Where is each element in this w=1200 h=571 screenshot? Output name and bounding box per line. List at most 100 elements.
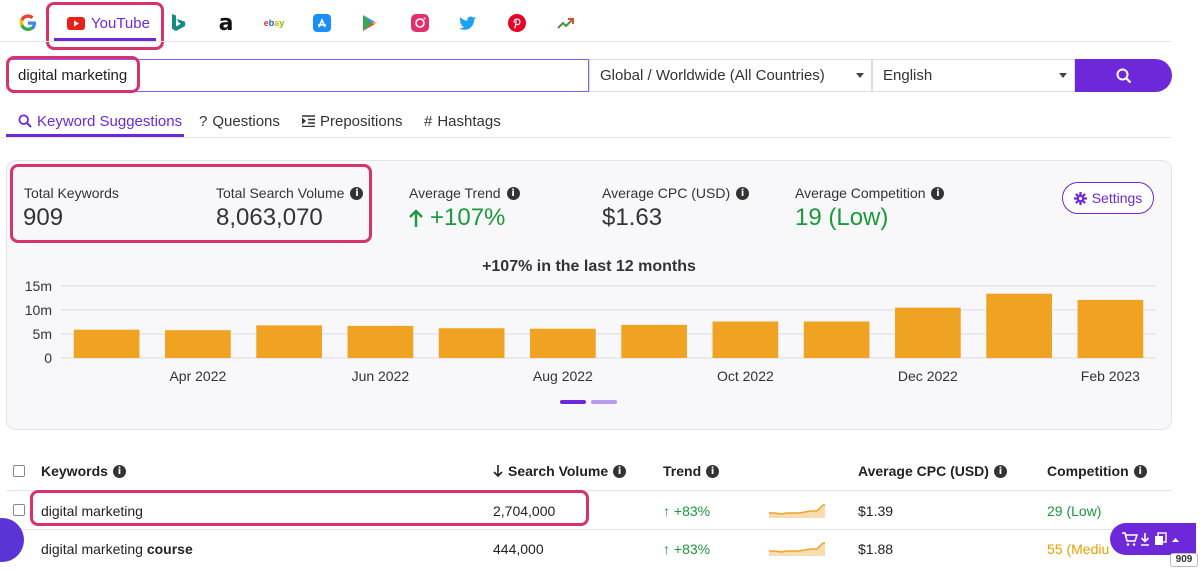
x-tick-label: Apr 2022 [169, 368, 226, 384]
average-cpc-label: Average CPC (USD) i [602, 185, 750, 201]
google-icon[interactable] [13, 10, 43, 36]
x-tick-label: Feb 2023 [1081, 368, 1140, 384]
search-button[interactable] [1075, 59, 1172, 92]
x-tick-label: Jun 2022 [352, 368, 410, 384]
language-select[interactable]: English [872, 59, 1075, 92]
average-trend-value: +107% [408, 204, 505, 232]
chart-bar [621, 324, 687, 358]
hash-icon: # [424, 112, 433, 130]
language-select-value: English [883, 67, 933, 84]
chart-page-dot[interactable] [591, 400, 617, 404]
tab-label: Questions [212, 112, 280, 130]
location-select-value: Global / Worldwide (All Countries) [600, 67, 825, 84]
keywords-header[interactable]: Keywords i [41, 463, 126, 479]
row-checkbox[interactable] [13, 504, 25, 516]
search-volume-header[interactable]: Search Volume i [493, 463, 627, 479]
trend-sparkline [769, 504, 825, 518]
indent-icon [302, 115, 315, 127]
y-tick-label: 0 [44, 350, 52, 366]
tab-keyword-suggestions[interactable]: Keyword Suggestions [18, 110, 182, 132]
app-store-icon[interactable] [307, 10, 337, 36]
export-actions-button[interactable] [1110, 523, 1196, 555]
export-icons [1122, 532, 1179, 546]
cpc-cell: $1.88 [858, 541, 894, 557]
x-tick-label: Dec 2022 [898, 368, 958, 384]
info-icon[interactable]: i [931, 186, 945, 200]
tab-label: Keyword Suggestions [37, 112, 183, 130]
x-tick-label: Oct 2022 [717, 368, 774, 384]
arrow-up-icon [409, 209, 423, 227]
info-icon[interactable]: i [613, 464, 627, 478]
gear-icon [1073, 191, 1087, 205]
info-icon[interactable]: i [506, 186, 520, 200]
chart-page-dot-active[interactable] [560, 400, 586, 404]
info-icon[interactable]: i [112, 464, 126, 478]
average-trend-label: Average Trend i [409, 185, 520, 201]
keyword-tool-page: YouTube a ebay digital marketing Global … [0, 0, 1200, 571]
location-select[interactable]: Global / Worldwide (All Countries) [589, 59, 872, 92]
highlight-keyword-row [30, 490, 589, 526]
chart-bar [895, 307, 961, 358]
bing-icon[interactable] [163, 10, 193, 36]
keyword-modifier: course [146, 541, 193, 557]
cpc-cell: $1.39 [858, 503, 894, 519]
chart-bar [712, 321, 779, 358]
tab-prepositions[interactable]: Prepositions [302, 110, 403, 132]
y-tick-label: 5m [33, 326, 52, 342]
row-divider [6, 529, 1172, 530]
highlight-search-input [6, 56, 140, 93]
trend-chart-icon[interactable] [551, 10, 581, 36]
search-volume-cell: 444,000 [493, 541, 544, 557]
chat-widget-button[interactable] [0, 518, 24, 562]
twitter-icon[interactable] [453, 10, 483, 36]
question-icon: ? [199, 112, 208, 130]
competition-cell: 29 (Low) [1047, 503, 1102, 519]
trend-sparkline [769, 542, 825, 556]
chart-bar [438, 328, 505, 358]
amazon-icon[interactable]: a [211, 10, 241, 36]
highlight-totals [10, 164, 372, 243]
info-icon[interactable]: i [993, 464, 1007, 478]
competition-cell: 55 (Mediu [1047, 541, 1110, 557]
y-tick-label: 10m [25, 302, 52, 318]
ebay-icon[interactable]: ebay [259, 10, 289, 36]
y-tick-label: 15m [25, 278, 52, 294]
average-cpc-header[interactable]: Average CPC (USD) i [858, 463, 1007, 479]
instagram-icon[interactable] [405, 10, 435, 36]
tab-label: Prepositions [320, 112, 403, 130]
tab-label: Hashtags [437, 112, 501, 130]
arrow-up-icon: ↑ [663, 503, 670, 519]
info-icon[interactable]: i [706, 464, 720, 478]
source-tabs-divider [0, 41, 1172, 42]
chart-bar [803, 321, 870, 358]
chevron-down-icon [856, 73, 864, 78]
play-store-icon[interactable] [355, 10, 385, 36]
info-icon[interactable]: i [1133, 464, 1147, 478]
chevron-down-icon [1059, 73, 1067, 78]
chart-bar [347, 325, 414, 358]
pinterest-icon[interactable] [502, 10, 532, 36]
info-icon[interactable]: i [736, 186, 750, 200]
trend-cell: ↑ +83% [663, 541, 711, 557]
chart-bar [256, 325, 322, 358]
average-cpc-value: $1.63 [602, 204, 663, 231]
tab-hashtags[interactable]: # Hashtags [424, 110, 501, 132]
search-icon [18, 114, 32, 128]
arrow-down-icon [493, 464, 503, 477]
tabs-divider [0, 137, 1172, 138]
chart-bar [165, 330, 231, 358]
chart-bar [530, 328, 596, 358]
trend-header[interactable]: Trend i [663, 463, 720, 479]
search-icon [1116, 68, 1131, 83]
chart-bar [73, 329, 140, 358]
chart-title: +107% in the last 12 months [482, 258, 696, 275]
settings-button[interactable]: Settings [1062, 182, 1154, 214]
keyword-cell[interactable]: digital marketing course [41, 541, 193, 557]
export-count-badge: 909 [1170, 553, 1198, 567]
competition-header[interactable]: Competition i [1047, 463, 1147, 479]
tab-questions[interactable]: ? Questions [199, 110, 280, 132]
average-competition-value: 19 (Low) [795, 204, 889, 231]
highlight-youtube-tab [46, 2, 164, 50]
trend-cell: ↑ +83% [663, 503, 711, 519]
select-all-checkbox[interactable] [13, 465, 25, 477]
